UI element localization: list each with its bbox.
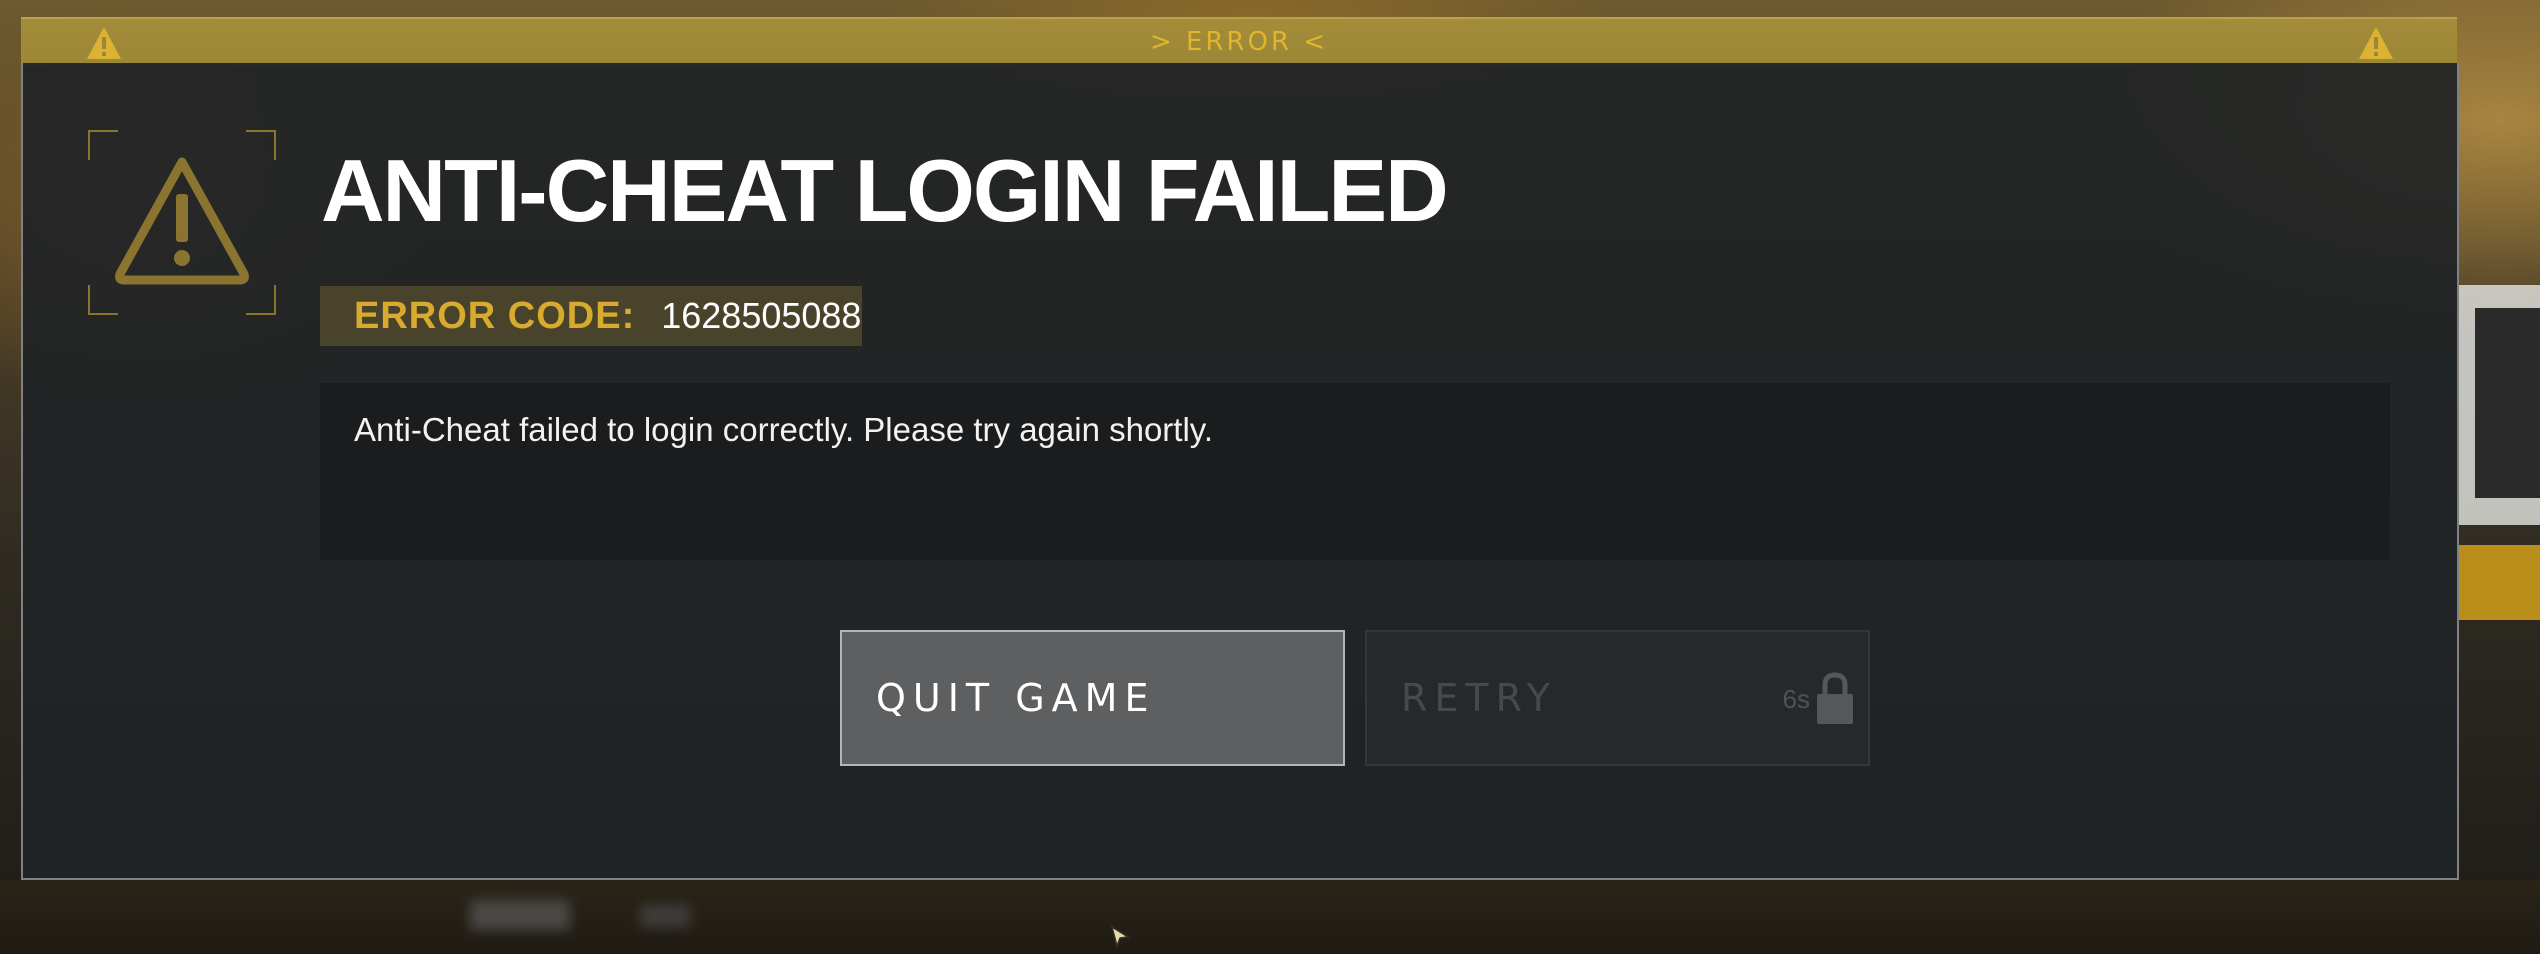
warning-triangle-icon	[115, 157, 249, 285]
mouse-cursor-icon	[1110, 925, 1130, 949]
error-message: Anti-Cheat failed to login correctly. Pl…	[354, 411, 1214, 448]
error-bar-title: > ERROR <	[1149, 27, 1329, 57]
error-code-badge: ERROR CODE: 1628505088	[320, 286, 862, 346]
background-blob	[640, 905, 690, 927]
error-top-bar: > ERROR <	[21, 17, 2457, 65]
retry-countdown: 6s	[1782, 684, 1810, 714]
background-panel-inner	[2475, 308, 2540, 498]
lock-icon	[1817, 672, 1853, 724]
retry-label: RETRY	[1401, 676, 1557, 720]
retry-button[interactable]: RETRY 6s	[1365, 630, 1870, 766]
warning-icon	[2359, 27, 2393, 59]
background-blob	[470, 900, 570, 930]
error-message-box: Anti-Cheat failed to login correctly. Pl…	[320, 383, 2390, 560]
quit-game-label: QUIT GAME	[876, 676, 1156, 720]
background-yellow-block	[2458, 545, 2540, 620]
dialog-title: ANTI-CHEAT LOGIN FAILED	[321, 141, 1449, 240]
error-code-label: ERROR CODE:	[354, 294, 636, 337]
background-floor	[0, 880, 2540, 954]
quit-game-button[interactable]: QUIT GAME	[840, 630, 1345, 766]
error-code-value: 1628505088	[661, 295, 862, 336]
warning-badge	[88, 130, 276, 315]
